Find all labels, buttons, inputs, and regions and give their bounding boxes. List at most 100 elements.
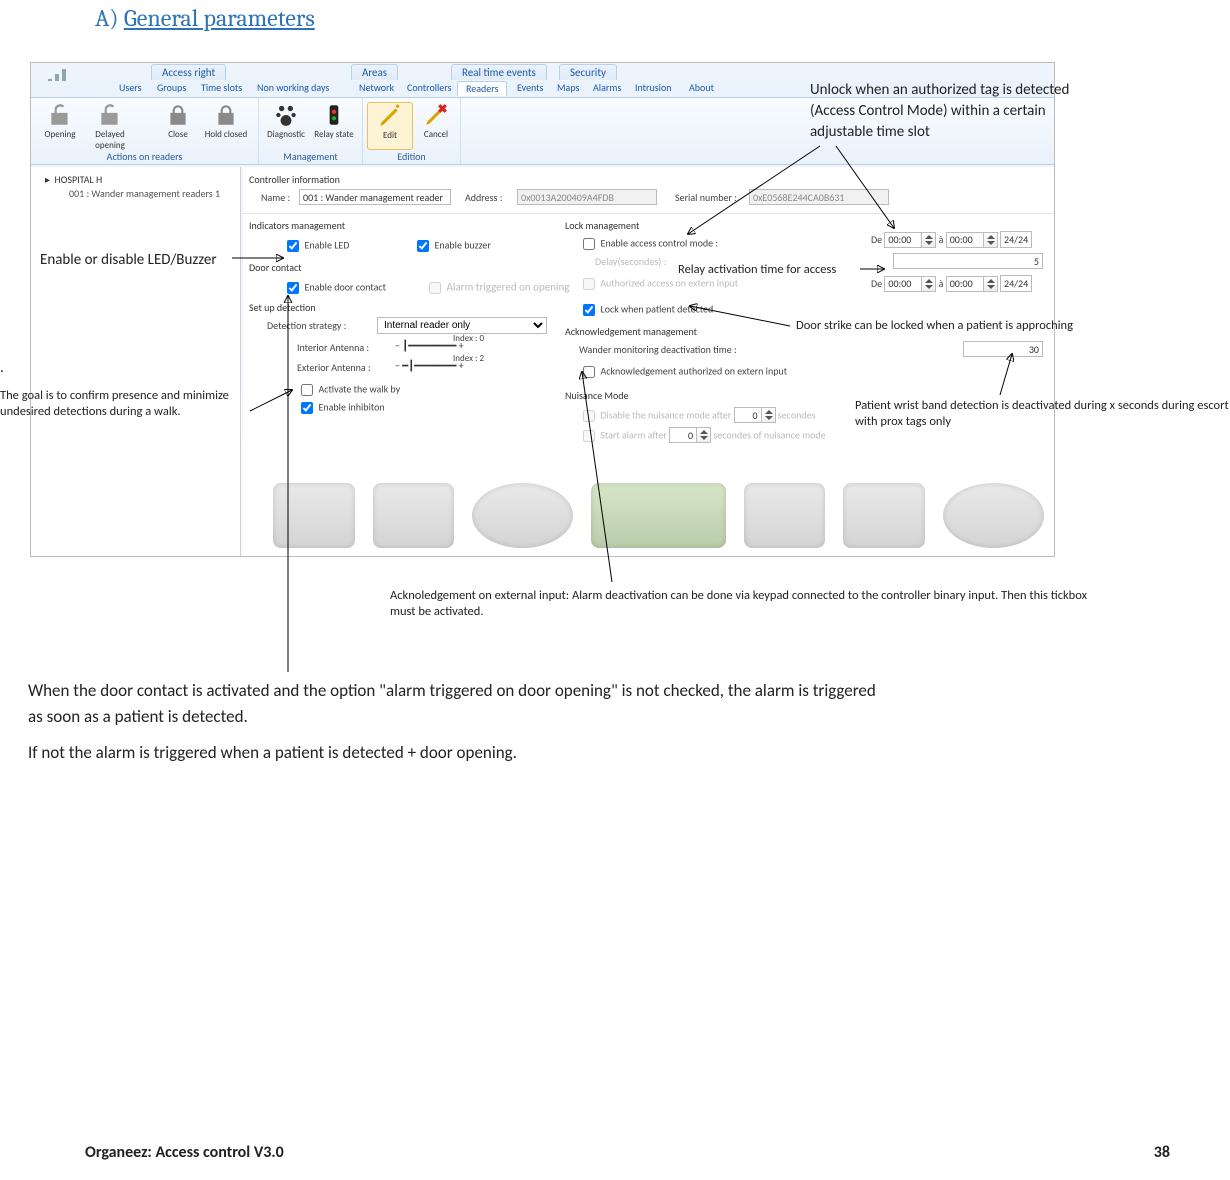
subtab-about[interactable]: About xyxy=(681,81,722,96)
subtab-groups[interactable]: Groups xyxy=(149,81,194,96)
body-paragraph-1: When the door contact is activated and t… xyxy=(28,678,888,729)
spin-icon[interactable] xyxy=(922,276,936,292)
tab-access-right[interactable]: Access right xyxy=(151,64,226,80)
ribbon-caption-actions: Actions on readers xyxy=(31,150,258,163)
section-ack: Acknowledgement management xyxy=(565,325,697,338)
timeslot-2: De à 24/24 xyxy=(871,275,1032,292)
row-inhibition: Enable inhibiton xyxy=(297,399,385,417)
subtab-controllers[interactable]: Controllers xyxy=(399,81,460,96)
subtab-maps[interactable]: Maps xyxy=(549,81,587,96)
subtab-readers[interactable]: Readers xyxy=(457,81,507,96)
checkbox-nuisance-2 xyxy=(583,430,595,442)
tree-pane: ▸ HOSPITAL H 001 : Wander management rea… xyxy=(31,167,241,556)
time2-to[interactable] xyxy=(946,276,984,292)
subtab-nonworking[interactable]: Non working days xyxy=(249,81,337,96)
label-interior-index: Index : 0 xyxy=(453,333,484,344)
label-delay: Delay(secondes) : xyxy=(595,255,666,268)
footer-title: Organeez: Access control V3.0 xyxy=(85,1143,284,1162)
section-nuisance: Nuisance Mode xyxy=(565,389,628,402)
edit-button[interactable]: Edit xyxy=(367,102,413,150)
anno-led: Enable or disable LED/Buzzer xyxy=(40,250,240,271)
checkbox-nuisance-1 xyxy=(583,410,595,422)
row-enable-buzzer: Enable buzzer xyxy=(413,237,491,255)
checkbox-alarm-on-opening xyxy=(429,282,441,294)
row-enable-access: Enable access control mode : xyxy=(579,235,718,253)
page-footer: Organeez: Access control V3.0 38 xyxy=(85,1143,1170,1162)
anno-doorstrike: Door strike can be locked when a patient… xyxy=(796,318,1116,334)
time2-2424-button[interactable]: 24/24 xyxy=(1000,275,1032,292)
checkbox-enable-door-contact[interactable] xyxy=(287,282,299,294)
time1-from[interactable] xyxy=(884,232,922,248)
tab-security[interactable]: Security xyxy=(559,64,617,80)
ribbon-caption-management: Management xyxy=(259,150,362,163)
spin-icon[interactable] xyxy=(762,407,776,423)
anno-wrist: Patient wrist band detection is deactiva… xyxy=(855,398,1230,431)
tree-root[interactable]: ▸ HOSPITAL H xyxy=(45,173,102,186)
input-deact-time[interactable] xyxy=(963,341,1043,357)
label-exterior-index: Index : 2 xyxy=(453,353,484,364)
heading-prefix: A) xyxy=(95,4,119,32)
input-delay[interactable] xyxy=(893,253,1043,269)
checkbox-ack-extern[interactable] xyxy=(583,366,595,378)
input-name[interactable] xyxy=(299,189,451,205)
subtab-alarms[interactable]: Alarms xyxy=(585,81,629,96)
spin-icon[interactable] xyxy=(984,232,998,248)
time1-2424-button[interactable]: 24/24 xyxy=(1000,231,1032,248)
label-address: Address : xyxy=(465,191,502,204)
subtab-users[interactable]: Users xyxy=(111,81,150,96)
label-name: Name : xyxy=(261,191,290,204)
input-nuisance-1[interactable] xyxy=(734,407,762,423)
content-pane: Controller information Name : Address : … xyxy=(243,167,1054,556)
section-controller-info: Controller information xyxy=(249,173,340,186)
opening-button[interactable]: Opening xyxy=(37,102,83,150)
input-serial xyxy=(749,189,889,205)
checkbox-walkby[interactable] xyxy=(301,384,313,396)
section-door-contact: Door contact xyxy=(249,261,302,274)
input-nuisance-2[interactable] xyxy=(669,427,697,443)
checkbox-enable-access[interactable] xyxy=(583,238,595,250)
time2-from[interactable] xyxy=(884,276,922,292)
select-strategy[interactable]: Internal reader only xyxy=(377,317,547,334)
row-nuisance-2: Start alarm after secondes of nuisance m… xyxy=(579,427,826,445)
row-nuisance-1: Disable the nuisance mode after secondes xyxy=(579,407,816,425)
time1-to[interactable] xyxy=(946,232,984,248)
subtab-network[interactable]: Network xyxy=(351,81,402,96)
tab-areas[interactable]: Areas xyxy=(351,64,398,80)
spin-icon[interactable] xyxy=(697,427,711,443)
delayed-opening-button[interactable]: Delayed opening xyxy=(87,102,133,150)
hold-closed-button[interactable]: Hold closed xyxy=(203,102,249,150)
close-button[interactable]: Close xyxy=(155,102,201,150)
ribbon-group-management: Management Diagnostic Relay state xyxy=(259,98,363,164)
subtab-time-slots[interactable]: Time slots xyxy=(193,81,250,96)
subtab-intrusion[interactable]: Intrusion xyxy=(627,81,680,96)
label-serial: Serial number : xyxy=(675,191,737,204)
cancel-button[interactable]: Cancel xyxy=(413,102,459,150)
section-lock: Lock management xyxy=(565,219,639,232)
anno-relay: Relay activation time for access xyxy=(678,262,878,278)
stray-dot: . xyxy=(0,358,4,379)
anno-unlock: Unlock when an authorized tag is detecte… xyxy=(810,80,1070,143)
main-tabbar: Access right Areas Real time events Secu… xyxy=(31,63,1054,81)
row-enable-led: Enable LED xyxy=(283,237,349,255)
row-alarm-on-opening: Alarm triggered on opening xyxy=(425,279,569,297)
checkbox-lock-on-patient[interactable] xyxy=(583,304,595,316)
input-address xyxy=(517,189,657,205)
checkbox-inhibition[interactable] xyxy=(301,402,313,414)
anno-walkby: The goal is to confirm presence and mini… xyxy=(0,388,250,421)
spin-icon[interactable] xyxy=(984,276,998,292)
row-enable-door-contact: Enable door contact xyxy=(283,279,386,297)
spin-icon[interactable] xyxy=(922,232,936,248)
checkbox-auth-extern xyxy=(583,278,595,290)
checkbox-enable-led[interactable] xyxy=(287,240,299,252)
relay-state-button[interactable]: Relay state xyxy=(311,102,357,150)
row-lock-on-patient: Lock when patient detected xyxy=(579,301,713,319)
ribbon-caption-edition: Edition xyxy=(363,150,460,163)
tab-realtime-events[interactable]: Real time events xyxy=(451,64,547,80)
checkbox-enable-buzzer[interactable] xyxy=(417,240,429,252)
subtab-events[interactable]: Events xyxy=(509,81,551,96)
body-paragraph-2: If not the alarm is triggered when a pat… xyxy=(28,740,888,766)
footer-page-number: 38 xyxy=(1154,1143,1170,1162)
heading-title: General parameters xyxy=(124,4,315,32)
diagnostic-button[interactable]: Diagnostic xyxy=(263,102,309,150)
tree-child[interactable]: 001 : Wander management readers 1 xyxy=(69,187,220,200)
